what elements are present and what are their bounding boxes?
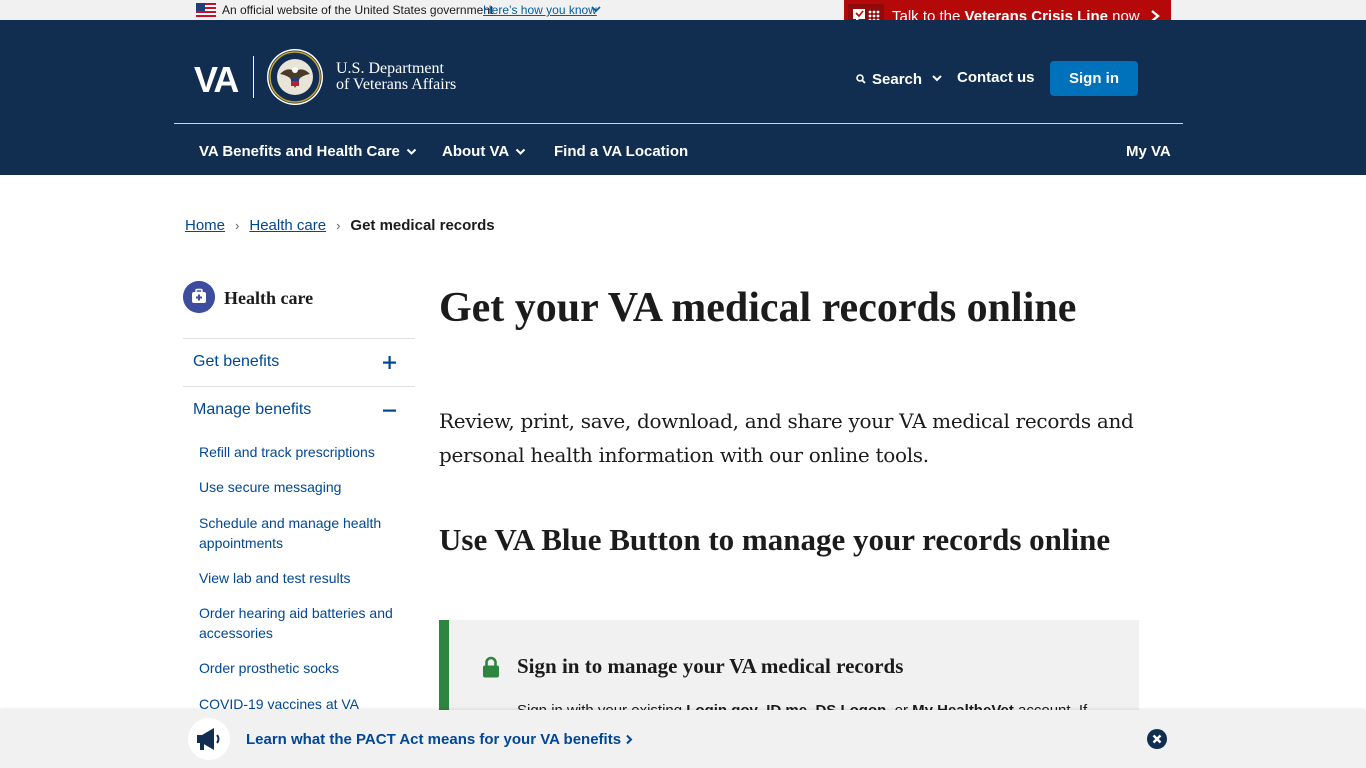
sidebar-link-prosthetic-socks[interactable]: Order prosthetic socks [199, 658, 409, 678]
logo-divider [253, 56, 254, 98]
close-icon[interactable] [1147, 729, 1167, 749]
plus-icon[interactable] [383, 356, 396, 369]
sidebar-link-hearing-aid[interactable]: Order hearing aid batteries and accessor… [199, 603, 409, 643]
search-label: Search [872, 70, 923, 88]
official-banner-text: An official website of the United States… [222, 3, 494, 17]
contact-us-link[interactable]: Contact us [957, 69, 1035, 86]
sidebar-link-appointments[interactable]: Schedule and manage health appointments [199, 513, 409, 553]
department-name: U.S. Department of Veterans Affairs [336, 60, 457, 93]
sidebar-divider [183, 338, 415, 339]
search-button[interactable]: Search [856, 69, 922, 89]
site-header: VA U.S. Department of Veterans Affairs S… [0, 20, 1366, 175]
nav-about-va-label: About VA [442, 143, 510, 160]
search-icon [856, 74, 866, 84]
sign-in-button[interactable]: Sign in [1050, 61, 1138, 96]
nav-divider [174, 123, 1183, 124]
medical-kit-icon [183, 281, 215, 313]
pact-act-link-label: Learn what the PACT Act means for your V… [246, 731, 622, 748]
us-flag-icon [196, 3, 216, 17]
chevron-down-icon[interactable] [590, 4, 602, 14]
sidebar-section-get-benefits[interactable]: Get benefits [193, 353, 279, 371]
how-you-know-link[interactable]: Here’s how you know [483, 3, 597, 17]
nav-va-benefits-label: VA Benefits and Health Care [199, 143, 400, 160]
breadcrumb-current: Get medical records [350, 217, 495, 234]
nav-find-location[interactable]: Find a VA Location [554, 143, 688, 160]
chevron-down-icon [516, 148, 526, 155]
section-heading: Use VA Blue Button to manage your record… [439, 522, 1111, 557]
lock-icon [483, 656, 499, 678]
va-logo[interactable]: VA [194, 59, 239, 101]
sidebar-divider [183, 386, 415, 387]
page-intro: Review, print, save, download, and share… [439, 409, 1134, 467]
alert-title: Sign in to manage your VA medical record… [517, 654, 904, 678]
breadcrumb-health-care[interactable]: Health care [249, 217, 326, 234]
sidebar-link-lab-results[interactable]: View lab and test results [199, 568, 409, 588]
nav-about-va[interactable]: About VA [442, 143, 526, 160]
sidebar-link-secure-messaging[interactable]: Use secure messaging [199, 477, 409, 497]
pact-act-link[interactable]: Learn what the PACT Act means for your V… [246, 731, 633, 748]
sidebar-link-refill-prescriptions[interactable]: Refill and track prescriptions [199, 442, 409, 462]
megaphone-icon [188, 718, 230, 760]
chevron-right-icon [626, 734, 633, 745]
page-title: Get your VA medical records online [439, 285, 1077, 331]
sidebar-section-manage-benefits[interactable]: Manage benefits [193, 401, 311, 419]
minus-icon[interactable] [383, 404, 396, 417]
chevron-down-icon [406, 148, 417, 155]
nav-va-benefits[interactable]: VA Benefits and Health Care [199, 143, 417, 160]
breadcrumb: Home › Health care › Get medical records [185, 217, 495, 234]
breadcrumb-separator: › [336, 218, 341, 233]
sidebar-title: Health care [224, 288, 314, 308]
nav-my-va[interactable]: My VA [1126, 143, 1171, 160]
breadcrumb-separator: › [235, 218, 240, 233]
breadcrumb-home[interactable]: Home [185, 217, 225, 234]
chevron-down-icon[interactable] [931, 73, 943, 83]
va-seal-icon [267, 49, 323, 105]
pact-act-banner: Learn what the PACT Act means for your V… [0, 710, 1366, 768]
